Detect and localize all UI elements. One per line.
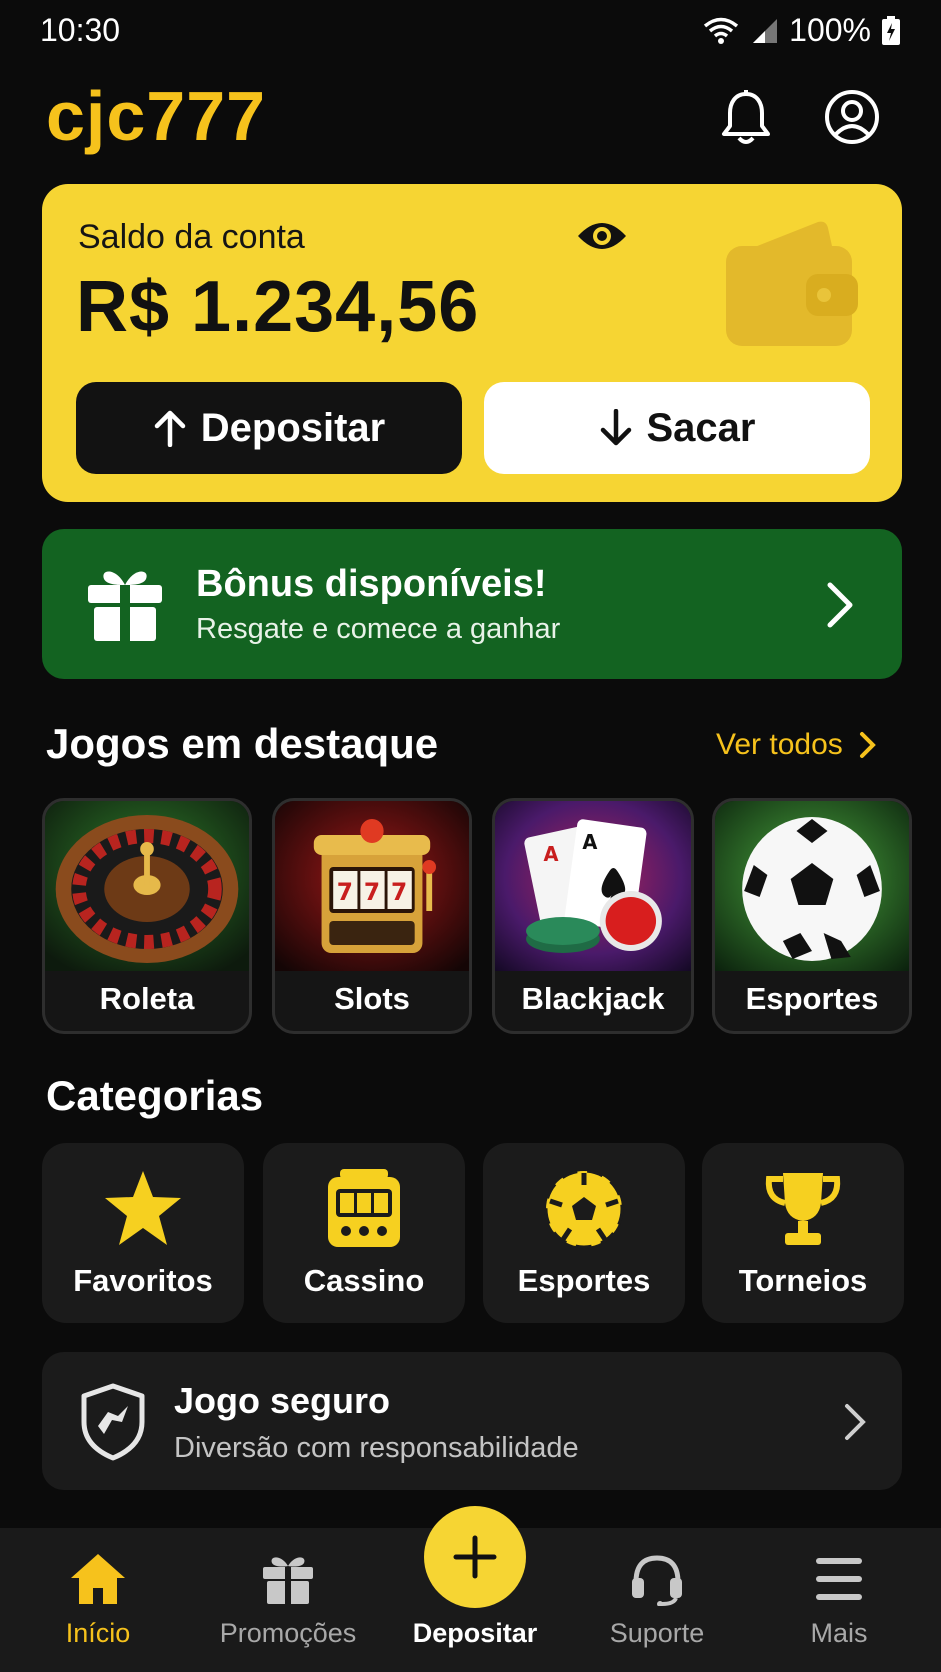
- category-torneios[interactable]: Torneios: [702, 1143, 904, 1323]
- shield-icon: [81, 1383, 145, 1461]
- category-label: Favoritos: [73, 1263, 213, 1298]
- balance-label: Saldo da conta: [78, 218, 305, 256]
- category-label: Cassino: [303, 1263, 425, 1298]
- status-bar: 10:30 100%: [0, 0, 941, 62]
- slot-machine-icon: 7 7 7: [275, 801, 469, 971]
- app-logo[interactable]: cjc777: [46, 76, 266, 156]
- slot-machine-icon: [328, 1169, 400, 1247]
- eye-icon: [578, 223, 626, 249]
- see-all-link[interactable]: Ver todos: [716, 728, 877, 762]
- nav-item-mais[interactable]: Mais: [780, 1528, 898, 1672]
- battery-icon: [882, 15, 900, 45]
- home-icon: [71, 1554, 125, 1604]
- withdraw-button[interactable]: Sacar: [484, 382, 870, 474]
- safe-play-subtitle: Diversão com responsabilidade: [174, 1432, 579, 1464]
- soccer-ball-icon: [544, 1169, 624, 1249]
- game-card-slots[interactable]: 7 7 7 Slots: [272, 798, 472, 1034]
- notifications-button[interactable]: [718, 88, 774, 148]
- game-card-roleta[interactable]: Roleta: [42, 798, 252, 1034]
- nav-label: Mais: [810, 1618, 868, 1648]
- nav-label: Início: [65, 1618, 131, 1648]
- star-icon: [105, 1171, 181, 1245]
- svg-text:7: 7: [337, 878, 353, 906]
- nav-label: Promoções: [219, 1618, 357, 1648]
- game-label: Roleta: [99, 981, 195, 1016]
- nav-item-promocoes[interactable]: Promoções: [200, 1528, 376, 1672]
- nav-item-suporte[interactable]: Suporte: [592, 1528, 722, 1672]
- svg-text:A: A: [544, 843, 560, 866]
- safe-play-title: Jogo seguro: [174, 1380, 391, 1421]
- arrow-up-icon: [154, 410, 185, 447]
- wallet-icon: [722, 216, 862, 350]
- category-label: Esportes: [517, 1263, 651, 1298]
- nav-label-depositar[interactable]: Depositar: [370, 1618, 580, 1649]
- deposit-fab-button[interactable]: [424, 1506, 526, 1608]
- deposit-label: Depositar: [200, 405, 386, 450]
- status-time: 10:30: [40, 12, 121, 48]
- featured-games-title: Jogos em destaque: [46, 720, 439, 767]
- soccer-ball-icon: [715, 801, 909, 971]
- bonus-banner[interactable]: Bônus disponíveis! Resgate e comece a ga…: [42, 529, 902, 679]
- balance-amount: R$ 1.234,56: [76, 267, 480, 347]
- trophy-icon: [765, 1173, 841, 1245]
- game-label: Blackjack: [521, 981, 665, 1016]
- withdraw-label: Sacar: [646, 405, 756, 450]
- roulette-icon: [45, 801, 249, 971]
- bonus-title: Bônus disponíveis!: [196, 563, 547, 605]
- bonus-subtitle: Resgate e comece a ganhar: [196, 613, 561, 645]
- wifi-icon: [704, 17, 739, 44]
- plus-icon: [453, 1535, 497, 1579]
- battery-percent: 100%: [789, 12, 871, 48]
- toggle-balance-visibility[interactable]: [576, 218, 628, 254]
- svg-text:A: A: [582, 831, 598, 854]
- signal-icon: [753, 18, 778, 43]
- categories-title: Categorias: [46, 1072, 264, 1119]
- game-card-esportes[interactable]: Esportes: [712, 798, 912, 1034]
- category-esportes[interactable]: Esportes: [483, 1143, 685, 1323]
- nav-label: Suporte: [609, 1618, 705, 1648]
- safe-play-card[interactable]: Jogo seguro Diversão com responsabilidad…: [42, 1352, 902, 1490]
- chevron-right-icon: [845, 1404, 866, 1440]
- chevron-right-icon: [827, 582, 853, 628]
- game-card-blackjack[interactable]: A A Blackjack: [492, 798, 694, 1034]
- profile-button[interactable]: [823, 88, 881, 146]
- headset-icon: [632, 1555, 682, 1606]
- svg-text:7: 7: [364, 878, 380, 906]
- category-label: Torneios: [738, 1263, 868, 1298]
- menu-icon: [816, 1558, 862, 1600]
- category-cassino[interactable]: Cassino: [263, 1143, 465, 1323]
- user-icon: [825, 90, 879, 144]
- game-label: Slots: [334, 981, 410, 1016]
- category-favoritos[interactable]: Favoritos: [42, 1143, 244, 1323]
- nav-item-inicio[interactable]: Início: [30, 1528, 166, 1672]
- gift-icon: [88, 571, 162, 641]
- chevron-right-icon: [859, 732, 876, 758]
- deposit-button[interactable]: Depositar: [76, 382, 462, 474]
- bell-icon: [722, 90, 770, 144]
- status-indicators: 100%: [703, 12, 901, 49]
- game-label: Esportes: [745, 981, 879, 1016]
- balance-card: Saldo da conta R$ 1.234,56 Depositar Sac…: [42, 184, 902, 502]
- see-all-label: Ver todos: [716, 728, 843, 761]
- gift-icon: [263, 1557, 313, 1604]
- cards-icon: A A: [495, 801, 691, 971]
- arrow-down-icon: [600, 409, 631, 446]
- svg-text:7: 7: [391, 878, 407, 906]
